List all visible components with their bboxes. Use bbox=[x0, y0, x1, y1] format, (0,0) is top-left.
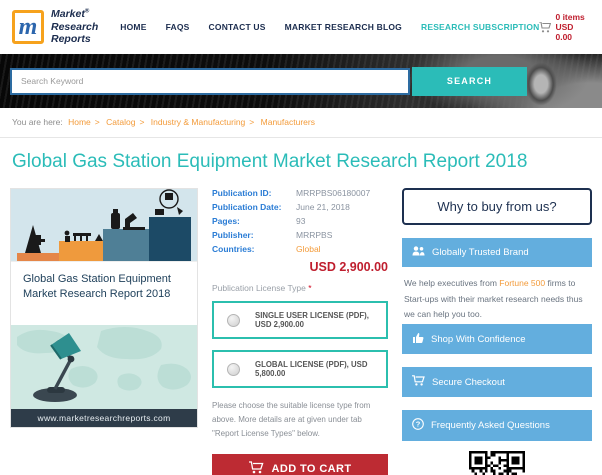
users-icon bbox=[412, 246, 425, 259]
detail-label: Publisher: bbox=[212, 230, 254, 240]
detail-label: Publication ID: bbox=[212, 188, 272, 198]
breadcrumb: You are here: Home > Catalog > Industry & … bbox=[0, 108, 602, 134]
cart-count-text: 0 items USD 0.00 bbox=[555, 12, 585, 42]
page-title: Global Gas Station Equipment Market Rese… bbox=[12, 151, 528, 172]
breadcrumb-home[interactable]: Home bbox=[68, 117, 91, 127]
breadcrumb-separator: > bbox=[139, 117, 145, 127]
cover-website-bar: www.marketresearchreports.com bbox=[11, 409, 197, 427]
license-type-label-text: Publication License Type bbox=[212, 283, 309, 293]
sidebar-item-secure-checkout[interactable]: Secure Checkout bbox=[402, 367, 592, 398]
detail-value: MRRPBS06180007 bbox=[296, 188, 371, 198]
fortune-500-link[interactable]: Fortune 500 bbox=[499, 278, 545, 288]
detail-value: June 21, 2018 bbox=[296, 202, 350, 212]
search-button[interactable]: SEARCH bbox=[412, 66, 527, 96]
cover-title-area: Global Gas Station Equipment Market Rese… bbox=[11, 261, 197, 325]
cover-title: Global Gas Station Equipment Market Rese… bbox=[23, 273, 171, 300]
logo-line2: Research bbox=[51, 20, 99, 33]
publication-details: Publication ID: MRRPBS06180007 Publicati… bbox=[212, 188, 388, 475]
thumbs-up-icon bbox=[412, 332, 424, 346]
breadcrumb-industry-manufacturing[interactable]: Industry & Manufacturing bbox=[151, 117, 246, 127]
detail-row-publication-date: Publication Date: June 21, 2018 bbox=[212, 202, 388, 212]
detail-label: Publication Date: bbox=[212, 202, 282, 212]
nav-contact-us[interactable]: CONTACT US bbox=[209, 22, 266, 32]
report-cover-image: Global Gas Station Equipment Market Rese… bbox=[10, 188, 198, 428]
add-to-cart-label: ADD TO CART bbox=[271, 463, 352, 475]
logo-monogram-icon: m bbox=[12, 10, 44, 44]
qr-code bbox=[469, 451, 525, 475]
license-option-label: GLOBAL LICENSE (PDF), USD 5,800.00 bbox=[255, 360, 368, 378]
required-asterisk: * bbox=[308, 283, 312, 293]
cart-icon bbox=[412, 375, 425, 389]
search-banner: SEARCH bbox=[0, 54, 602, 108]
why-buy-sidebar: Why to buy from us? Globally Trusted Bra… bbox=[402, 188, 592, 475]
world-map-lamp-illustration bbox=[17, 327, 191, 402]
logo-line3: Reports bbox=[51, 33, 91, 46]
logo-line1: Market bbox=[51, 8, 85, 21]
breadcrumb-catalog[interactable]: Catalog bbox=[106, 117, 135, 127]
countries-link[interactable]: Global bbox=[296, 244, 321, 254]
sidebar-item-label: Frequently Asked Questions bbox=[431, 420, 550, 432]
detail-row-publication-id: Publication ID: MRRPBS06180007 bbox=[212, 188, 388, 198]
header: m Market® Research Reports HOME FAQS CON… bbox=[0, 0, 602, 54]
nav-research-subscription[interactable]: RESEARCH SUBSCRIPTION bbox=[421, 22, 540, 32]
license-note: Please choose the suitable license type … bbox=[212, 401, 371, 438]
search-input[interactable] bbox=[10, 67, 410, 95]
sidebar-item-label: Shop With Confidence bbox=[431, 333, 526, 345]
industry-steps-illustration bbox=[17, 189, 191, 261]
sidebar-item-label: Globally Trusted Brand bbox=[432, 247, 529, 258]
detail-value: 93 bbox=[296, 216, 306, 226]
logo-monogram-letter: m bbox=[18, 13, 38, 40]
radio-button-icon[interactable] bbox=[227, 313, 240, 327]
detail-row-countries: Countries: Global bbox=[212, 244, 388, 254]
cover-map-illustration bbox=[11, 325, 197, 409]
trusted-text-pre: We help executives from bbox=[404, 278, 500, 288]
breadcrumb-prefix: You are here: bbox=[12, 117, 63, 127]
license-option-label: SINGLE USER LICENSE (PDF), USD 2,900.00 bbox=[255, 311, 369, 329]
nav-faqs[interactable]: FAQS bbox=[166, 22, 190, 32]
trusted-brand-text: We help executives from Fortune 500 firm… bbox=[402, 267, 592, 324]
main-content: Global Gas Station Equipment Market Rese… bbox=[0, 188, 602, 475]
add-to-cart-button[interactable]: ADD TO CART bbox=[212, 454, 388, 475]
main-nav: HOME FAQS CONTACT US MARKET RESEARCH BLO… bbox=[120, 22, 539, 32]
radio-button-icon[interactable] bbox=[227, 362, 240, 376]
detail-row-pages: Pages: 93 bbox=[212, 216, 388, 226]
sidebar-item-label: Secure Checkout bbox=[432, 376, 505, 388]
detail-label: Pages: bbox=[212, 216, 240, 226]
cover-illustration bbox=[11, 189, 197, 261]
license-type-label: Publication License Type * bbox=[212, 283, 388, 293]
question-icon: ? bbox=[412, 418, 424, 433]
breadcrumb-separator: > bbox=[94, 117, 100, 127]
detail-label: Countries: bbox=[212, 244, 255, 254]
sidebar-item-shop-with-confidence[interactable]: Shop With Confidence bbox=[402, 324, 592, 355]
cover-website-url: www.marketresearchreports.com bbox=[37, 413, 171, 423]
logo[interactable]: m Market® Research Reports bbox=[12, 8, 98, 46]
nav-home[interactable]: HOME bbox=[120, 22, 146, 32]
cart-icon bbox=[248, 461, 264, 475]
why-buy-title: Why to buy from us? bbox=[402, 188, 592, 225]
registered-mark: ® bbox=[84, 8, 90, 15]
license-option-global[interactable]: GLOBAL LICENSE (PDF), USD 5,800.00 bbox=[212, 350, 388, 388]
cart-icon bbox=[539, 21, 552, 33]
svg-text:?: ? bbox=[416, 420, 421, 429]
qr-code-area bbox=[402, 451, 592, 475]
breadcrumb-manufacturers[interactable]: Manufacturers bbox=[261, 117, 315, 127]
sidebar-item-globally-trusted-brand[interactable]: Globally Trusted Brand bbox=[402, 238, 592, 267]
report-cover-column: Global Gas Station Equipment Market Rese… bbox=[10, 188, 198, 428]
license-option-single-user[interactable]: SINGLE USER LICENSE (PDF), USD 2,900.00 bbox=[212, 301, 388, 339]
price: USD 2,900.00 bbox=[309, 260, 388, 274]
page: m Market® Research Reports HOME FAQS CON… bbox=[0, 0, 602, 475]
cart-status[interactable]: 0 items USD 0.00 bbox=[539, 12, 588, 42]
logo-text: Market® Research Reports bbox=[51, 8, 98, 46]
sidebar-item-faq[interactable]: ? Frequently Asked Questions bbox=[402, 410, 592, 442]
nav-market-research-blog[interactable]: MARKET RESEARCH BLOG bbox=[285, 22, 402, 32]
detail-row-publisher: Publisher: MRRPBS bbox=[212, 230, 388, 240]
breadcrumb-separator: > bbox=[249, 117, 255, 127]
detail-value: MRRPBS bbox=[296, 230, 333, 240]
